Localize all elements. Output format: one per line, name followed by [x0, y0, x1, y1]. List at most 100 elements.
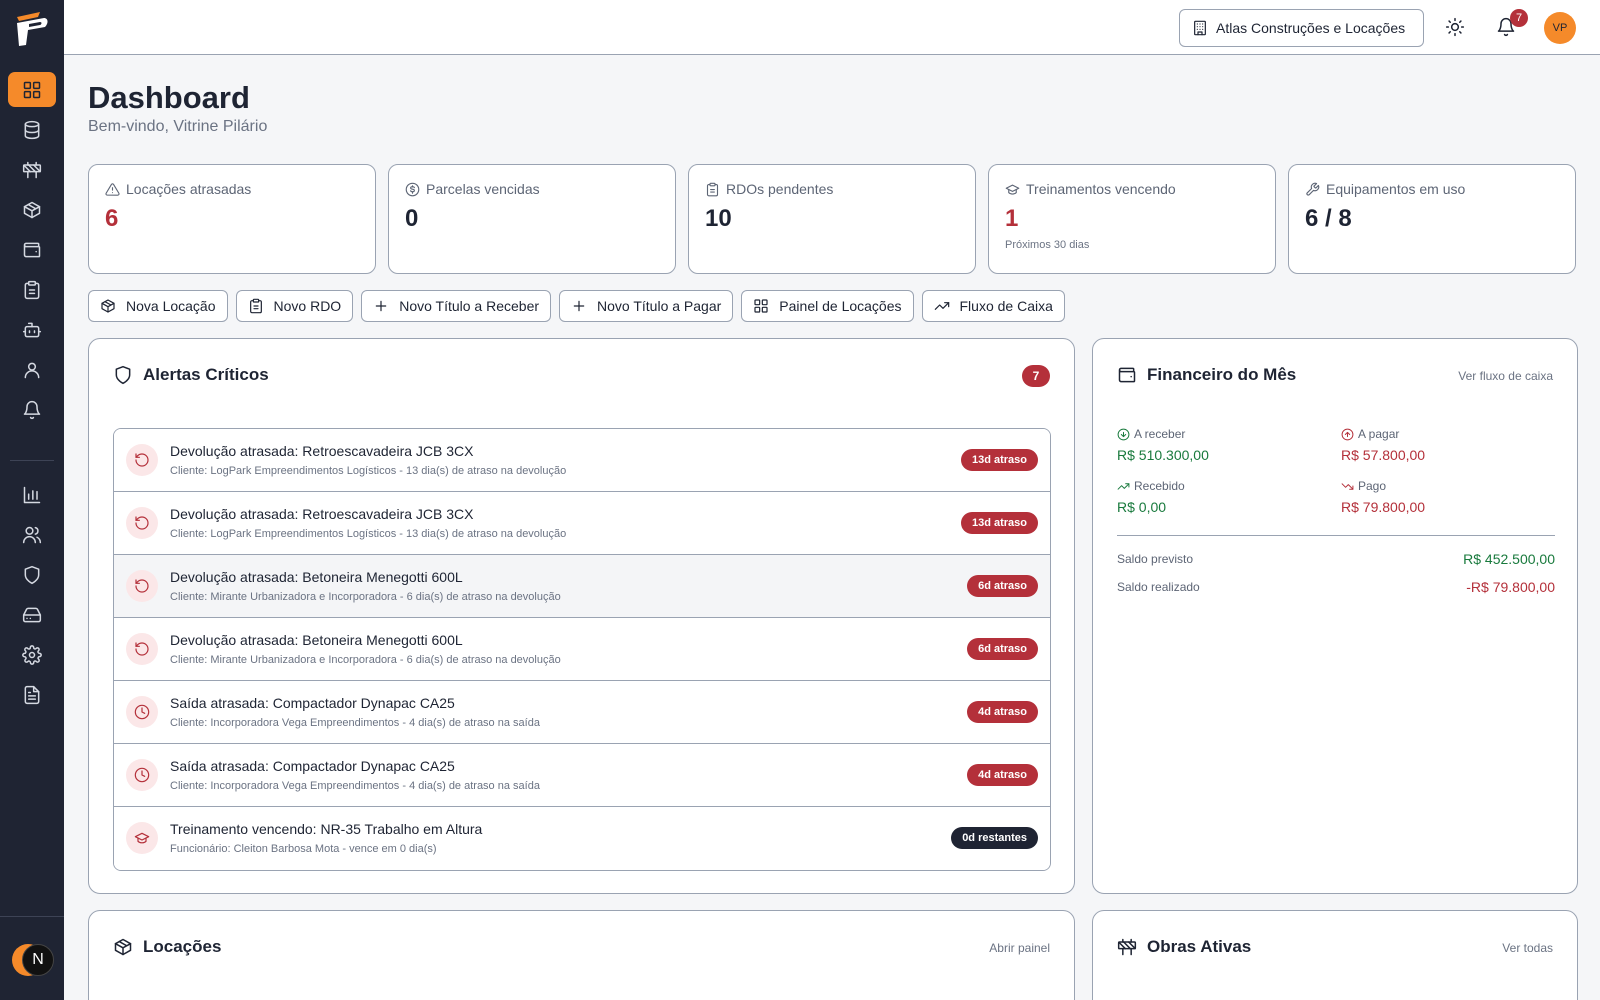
fluxo-caixa-button[interactable]: Fluxo de Caixa	[921, 290, 1065, 322]
clipboard-icon	[22, 280, 42, 300]
fin-value: R$ 452.500,00	[1463, 551, 1555, 567]
novo-titulo-pagar-button[interactable]: Novo Título a Pagar	[559, 290, 734, 322]
sidebar-item-armazenamento[interactable]	[8, 597, 56, 632]
fin-a-receber: A receber R$ 510.300,00	[1117, 427, 1317, 463]
arrow-down-circle-icon	[1117, 428, 1130, 441]
fin-label: A receber	[1134, 427, 1186, 441]
company-switcher-button[interactable]: Atlas Construções e Locações	[1179, 9, 1424, 47]
alert-count-badge: 7	[1022, 365, 1050, 387]
sidebar-item-rdos[interactable]	[8, 272, 56, 307]
gear-icon	[22, 645, 42, 665]
sidebar-item-configuracoes[interactable]	[8, 637, 56, 672]
painel-locacoes-button[interactable]: Painel de Locações	[741, 290, 914, 322]
novo-rdo-button[interactable]: Novo RDO	[235, 290, 354, 322]
user-menu-button[interactable]: N	[22, 944, 54, 976]
alert-title: Saída atrasada: Compactador Dynapac CA25	[170, 758, 455, 774]
fin-value: R$ 510.300,00	[1117, 447, 1209, 463]
alert-item[interactable]: Devolução atrasada: Retroescavadeira JCB…	[114, 492, 1050, 555]
alert-title: Devolução atrasada: Retroescavadeira JCB…	[170, 443, 474, 459]
trending-up-icon	[1117, 480, 1130, 493]
clock-icon	[134, 767, 150, 783]
users-icon	[22, 525, 42, 545]
sidebar-item-usuario[interactable]	[8, 352, 56, 387]
kpi-note: Próximos 30 dias	[1005, 239, 1090, 251]
sidebar-item-robo[interactable]	[8, 312, 56, 347]
page-subtitle: Bem-vindo, Vitrine Pilário	[88, 118, 268, 135]
novo-titulo-receber-button[interactable]: Novo Título a Receber	[361, 290, 552, 322]
alert-description: Funcionário: Cleiton Barbosa Mota - venc…	[170, 843, 437, 855]
kpi-locacoes-atrasadas[interactable]: Locações atrasadas 6	[88, 164, 376, 274]
alert-item[interactable]: Saída atrasada: Compactador Dynapac CA25…	[114, 681, 1050, 744]
sidebar-item-documentos[interactable]	[8, 677, 56, 712]
theme-toggle-button[interactable]	[1445, 17, 1465, 37]
kpi-equipamentos-em-uso[interactable]: Equipamentos em uso 6 / 8	[1288, 164, 1576, 274]
hard-drive-icon	[22, 605, 42, 625]
fin-label: Recebido	[1134, 479, 1185, 493]
sidebar-item-obras[interactable]	[8, 152, 56, 187]
panel-title: Financeiro do Mês	[1147, 365, 1297, 384]
alert-title: Devolução atrasada: Retroescavadeira JCB…	[170, 506, 474, 522]
kpi-rdos-pendentes[interactable]: RDOs pendentes 10	[688, 164, 976, 274]
kpi-label: Treinamentos vencendo	[1026, 181, 1176, 197]
fin-label: A pagar	[1358, 427, 1400, 441]
alert-description: Cliente: Mirante Urbanizadora e Incorpor…	[170, 591, 561, 603]
fin-label: Pago	[1358, 479, 1387, 493]
wrench-icon	[1305, 182, 1320, 197]
topbar: Atlas Construções e Locações 7 VP	[64, 0, 1600, 55]
alert-badge: 4d atraso	[967, 764, 1038, 786]
rotate-ccw-icon	[134, 578, 150, 594]
shield-alert-icon	[113, 365, 133, 385]
abrir-painel-link[interactable]: Abrir painel	[989, 941, 1050, 955]
alert-list: Devolução atrasada: Retroescavadeira JCB…	[113, 428, 1051, 871]
fin-value: R$ 0,00	[1117, 499, 1167, 515]
fin-recebido: Recebido R$ 0,00	[1117, 479, 1317, 515]
alert-item[interactable]: Devolução atrasada: Betoneira Menegotti …	[114, 618, 1050, 681]
alert-item[interactable]: Saída atrasada: Compactador Dynapac CA25…	[114, 744, 1050, 807]
sidebar-item-financeiro[interactable]	[8, 232, 56, 267]
kpi-value: 0	[405, 205, 419, 232]
button-label: Novo Título a Pagar	[597, 298, 722, 314]
sidebar-item-seguranca[interactable]	[8, 557, 56, 592]
page-title: Dashboard	[88, 80, 250, 115]
construction-icon	[22, 160, 42, 180]
sidebar-item-database[interactable]	[8, 112, 56, 147]
user-icon	[22, 360, 42, 380]
ver-fluxo-caixa-link[interactable]: Ver fluxo de caixa	[1458, 369, 1553, 383]
avatar[interactable]: VP	[1544, 12, 1576, 44]
sidebar-item-notificacoes[interactable]	[8, 392, 56, 427]
kpi-parcelas-vencidas[interactable]: Parcelas vencidas 0	[388, 164, 676, 274]
layout-dashboard-icon	[753, 298, 769, 314]
kpi-treinamentos-vencendo[interactable]: Treinamentos vencendo 1 Próximos 30 dias	[988, 164, 1276, 274]
alert-item[interactable]: Devolução atrasada: Retroescavadeira JCB…	[114, 429, 1050, 492]
button-label: Novo RDO	[273, 298, 342, 314]
sun-icon	[1445, 17, 1465, 37]
wallet-icon	[1117, 365, 1137, 385]
rotate-ccw-icon	[134, 515, 150, 531]
button-label: Painel de Locações	[779, 298, 902, 314]
clipboard-icon	[705, 182, 720, 197]
alert-description: Cliente: Incorporadora Vega Empreendimen…	[170, 780, 540, 792]
alert-triangle-icon	[105, 182, 120, 197]
package-icon	[113, 937, 133, 957]
sidebar-item-equipe[interactable]	[8, 517, 56, 552]
trending-down-icon	[1341, 480, 1354, 493]
sidebar-item-locacoes[interactable]	[8, 192, 56, 227]
sidebar-nav-main	[0, 72, 64, 432]
notification-count-badge: 7	[1510, 9, 1528, 27]
panel-title: Locações	[143, 937, 222, 956]
package-icon	[22, 200, 42, 220]
rotate-ccw-icon	[134, 641, 150, 657]
sidebar-item-dashboard[interactable]	[8, 72, 56, 107]
kpi-label: Parcelas vencidas	[426, 181, 540, 197]
dollar-circle-icon	[405, 182, 420, 197]
ver-todas-link[interactable]: Ver todas	[1502, 941, 1553, 955]
fin-saldo-previsto: Saldo previsto R$ 452.500,00	[1117, 551, 1555, 567]
alert-title: Devolução atrasada: Betoneira Menegotti …	[170, 569, 463, 585]
alert-item[interactable]: Devolução atrasada: Betoneira Menegotti …	[114, 555, 1050, 618]
sidebar-item-relatorios[interactable]	[8, 477, 56, 512]
plus-icon	[571, 298, 587, 314]
brand-logo[interactable]	[14, 11, 50, 47]
clock-icon	[134, 704, 150, 720]
nova-locacao-button[interactable]: Nova Locação	[88, 290, 228, 322]
alert-item[interactable]: Treinamento vencendo: NR-35 Trabalho em …	[114, 807, 1050, 870]
